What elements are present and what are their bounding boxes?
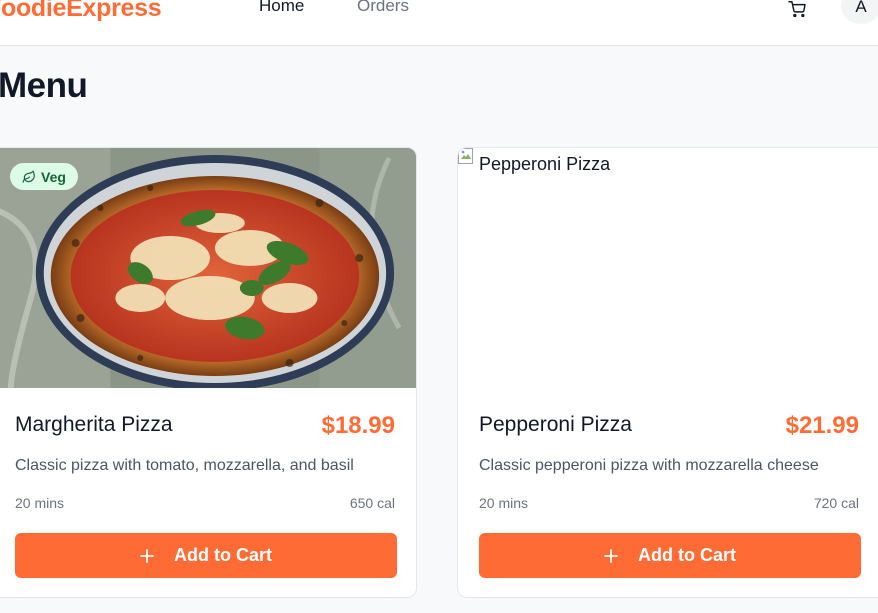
calories: 720 cal	[813, 495, 859, 511]
image-alt-text: Pepperoni Pizza	[479, 154, 611, 174]
item-name: Margherita Pizza	[15, 413, 173, 436]
card-body: Pepperoni Pizza $21.99 Classic pepperoni…	[458, 388, 878, 597]
pizza-image-broken: Pepperoni Pizza	[458, 148, 878, 388]
prep-time: 20 mins	[479, 495, 529, 511]
top-navbar: FoodieExpress Home Orders A	[0, 0, 878, 46]
veg-badge-label: Veg	[41, 168, 66, 185]
brand-logo[interactable]: FoodieExpress	[0, 0, 162, 23]
plus-icon	[604, 548, 618, 563]
menu-card-margherita: Veg Margherita Pizza $18.99 Classic pizz…	[0, 147, 417, 598]
user-avatar[interactable]: A	[841, 0, 878, 24]
add-to-cart-button[interactable]: Add to Cart	[479, 533, 861, 578]
add-to-cart-label: Add to Cart	[174, 545, 272, 565]
broken-image-icon	[458, 148, 473, 164]
nav-orders-link[interactable]: Orders	[357, 0, 409, 16]
leaf-icon	[22, 170, 35, 183]
veg-badge: Veg	[10, 163, 78, 190]
menu-card-pepperoni: Pepperoni Pizza Pepperoni Pizza $21.99 C…	[457, 147, 878, 598]
plus-icon	[140, 548, 154, 563]
item-price: $21.99	[785, 412, 859, 439]
item-name: Pepperoni Pizza	[479, 413, 632, 436]
card-body: Margherita Pizza $18.99 Classic pizza wi…	[0, 388, 416, 597]
prep-time: 20 mins	[15, 495, 65, 511]
item-price: $18.99	[321, 412, 395, 439]
page-title: Menu	[0, 66, 88, 105]
item-description: Classic pepperoni pizza with mozzarella …	[479, 457, 819, 474]
pizza-image: Veg	[0, 148, 416, 388]
nav-home-link[interactable]: Home	[259, 0, 304, 16]
shopping-cart-icon	[788, 1, 806, 17]
add-to-cart-button[interactable]: Add to Cart	[15, 533, 397, 578]
cart-button[interactable]	[785, 0, 809, 20]
add-to-cart-label: Add to Cart	[638, 545, 736, 565]
item-description: Classic pizza with tomato, mozzarella, a…	[15, 457, 354, 474]
calories: 650 cal	[349, 495, 395, 511]
